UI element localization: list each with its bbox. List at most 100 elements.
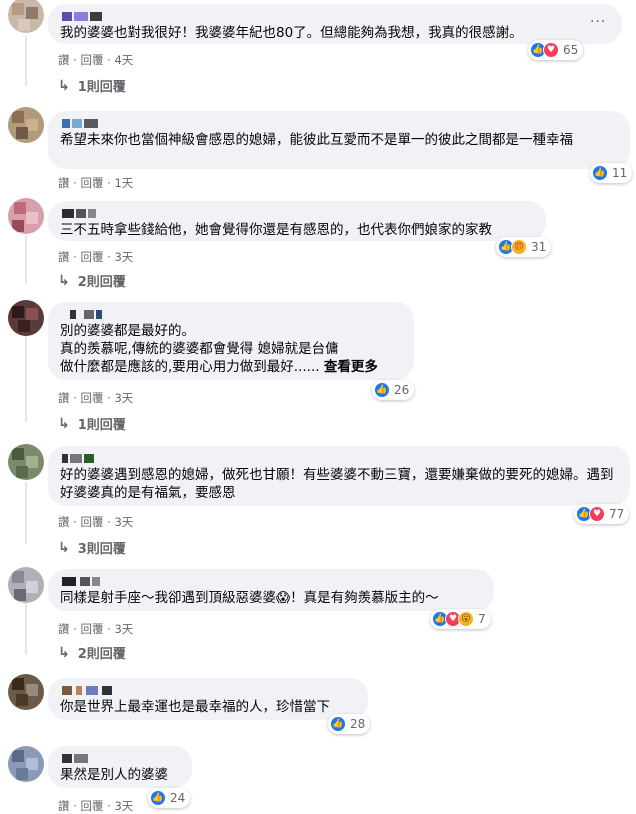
comment-actions: 讚 · 回覆 · 1天 (58, 175, 134, 191)
like-action[interactable]: 讚 (58, 390, 70, 406)
reply-arrow-icon: ↳ (58, 415, 70, 432)
commenter-name[interactable] (60, 309, 402, 319)
comment-actions: 讚 · 回覆 · 3天 (58, 390, 134, 406)
reaction-summary[interactable]: 👍 😠 31 (496, 237, 552, 257)
timestamp[interactable]: 3天 (114, 798, 133, 814)
thread-line (25, 235, 27, 283)
like-action[interactable]: 讚 (58, 514, 70, 530)
reaction-summary[interactable]: 👍 ♥ 77 (574, 504, 630, 524)
commenter-name[interactable] (60, 753, 180, 763)
reaction-summary[interactable]: 👍 11 (590, 163, 633, 183)
timestamp[interactable]: 3天 (114, 390, 133, 406)
reply-action[interactable]: 回覆 (80, 249, 103, 265)
like-action[interactable]: 讚 (58, 621, 70, 637)
thread-line (25, 482, 27, 544)
timestamp[interactable]: 3天 (114, 514, 133, 530)
comment-bubble: 三不五時拿些錢給他，她會覺得你還是有感恩的，也代表你們娘家的家教 (48, 201, 546, 241)
comment-text: 同樣是射手座～我卻遇到頂級惡婆婆😱！真是有夠羨慕版主的～ (60, 590, 439, 606)
comment-text: 我的婆婆也對我很好！我婆婆年紀也80了。但總能夠為我想，我真的很感謝。 (60, 25, 523, 41)
wow-face-icon: 😮 (458, 611, 474, 627)
comment-text-line: 真的羨慕呢,傳統的婆婆都會覺得 媳婦就是台傭 (60, 341, 339, 357)
replies-count: 1則回覆 (77, 80, 126, 95)
reply-action[interactable]: 回覆 (80, 52, 103, 68)
avatar[interactable] (8, 444, 44, 480)
like-action[interactable]: 讚 (58, 249, 70, 265)
view-replies-link[interactable]: ↳ 2則回覆 (58, 643, 126, 663)
commenter-name[interactable] (60, 11, 610, 21)
view-replies-link[interactable]: ↳ 3則回覆 (58, 538, 126, 558)
thumbs-up-icon: 👍 (592, 165, 608, 181)
thread-line (25, 603, 27, 655)
thread-line (25, 336, 27, 422)
comment-bubble: 我的婆婆也對我很好！我婆婆年紀也80了。但總能夠為我想，我真的很感謝。 (48, 4, 622, 44)
reaction-count: 65 (563, 43, 579, 57)
reaction-summary[interactable]: 👍 ♥ 😮 7 (430, 609, 491, 629)
like-action[interactable]: 讚 (58, 175, 70, 191)
comment-text: 果然是別人的婆婆 (60, 767, 168, 783)
thumbs-up-icon: 👍 (150, 790, 166, 806)
reaction-summary[interactable]: 👍 28 (328, 714, 371, 734)
view-replies-link[interactable]: ↳ 1則回覆 (58, 414, 126, 434)
like-action[interactable]: 讚 (58, 52, 70, 68)
reaction-count: 24 (170, 791, 186, 805)
comment-actions: 讚 · 回覆 · 3天 (58, 249, 134, 265)
comment-bubble: 希望未來你也當個神級會感恩的媳婦，能彼此互愛而不是單一的彼此之間都是一種幸福 (48, 111, 630, 169)
reply-arrow-icon: ↳ (58, 539, 70, 556)
view-replies-link[interactable]: ↳ 2則回覆 (58, 271, 126, 291)
comment-actions: 讚 · 回覆 · 4天 (58, 52, 134, 68)
reply-action[interactable]: 回覆 (80, 621, 103, 637)
reply-action[interactable]: 回覆 (80, 390, 103, 406)
thread-line (25, 36, 27, 86)
comment-text-segment: 做什麼都是應該的,要用心用力做到最好...... (60, 359, 320, 375)
replies-count: 2則回覆 (77, 647, 126, 662)
replies-count: 2則回覆 (77, 275, 126, 290)
heart-icon: ♥ (543, 42, 559, 58)
avatar[interactable] (8, 0, 44, 33)
avatar[interactable] (8, 107, 44, 143)
comment-bubble: 同樣是射手座～我卻遇到頂級惡婆婆😱！真是有夠羨慕版主的～ (48, 569, 494, 611)
view-replies-link[interactable]: ↳ 1則回覆 (58, 76, 126, 96)
commenter-name[interactable] (60, 118, 618, 128)
avatar[interactable] (8, 746, 44, 782)
like-action[interactable]: 讚 (58, 798, 70, 814)
replies-count: 3則回覆 (77, 542, 126, 557)
comment-text-line: 別的婆婆都是最好的。 (60, 323, 195, 339)
see-more-link[interactable]: 查看更多 (324, 359, 378, 375)
reply-arrow-icon: ↳ (58, 644, 70, 661)
angry-face-icon: 😠 (511, 239, 527, 255)
reaction-summary[interactable]: 👍 24 (148, 788, 191, 808)
reply-action[interactable]: 回覆 (80, 798, 103, 814)
comment-text: 好的婆婆遇到感恩的媳婦，做死也甘願！有些婆婆不動三寶，還要嫌棄做的要死的媳婦。遇… (60, 467, 614, 501)
reply-action[interactable]: 回覆 (80, 514, 103, 530)
commenter-name[interactable] (60, 453, 618, 463)
reply-action[interactable]: 回覆 (80, 175, 103, 191)
comment-bubble: 果然是別人的婆婆 (48, 746, 192, 788)
reaction-count: 26 (394, 383, 410, 397)
reaction-count: 11 (612, 166, 628, 180)
timestamp[interactable]: 4天 (114, 52, 133, 68)
avatar[interactable] (8, 300, 44, 336)
comment-bubble: 好的婆婆遇到感恩的媳婦，做死也甘願！有些婆婆不動三寶，還要嫌棄做的要死的媳婦。遇… (48, 446, 630, 506)
reaction-count: 31 (531, 240, 547, 254)
reply-arrow-icon: ↳ (58, 77, 70, 94)
timestamp[interactable]: 3天 (114, 621, 133, 637)
timestamp[interactable]: 1天 (114, 175, 133, 191)
thumbs-up-icon: 👍 (330, 716, 346, 732)
commenter-name[interactable] (60, 208, 534, 218)
more-options-icon[interactable]: ··· (590, 14, 606, 30)
avatar[interactable] (8, 198, 44, 234)
comment-actions: 讚 · 回覆 · 3天 (58, 514, 134, 530)
reaction-count: 7 (478, 612, 486, 626)
heart-icon: ♥ (589, 506, 605, 522)
comment-bubble: 你是世界上最幸運也是最幸福的人，珍惜當下 (48, 678, 368, 720)
reaction-summary[interactable]: 👍 ♥ 65 (528, 40, 584, 60)
avatar[interactable] (8, 674, 44, 710)
avatar[interactable] (8, 567, 44, 603)
comment-actions: 讚 · 回覆 · 3天 (58, 621, 134, 637)
commenter-name[interactable] (60, 685, 356, 695)
timestamp[interactable]: 3天 (114, 249, 133, 265)
replies-count: 1則回覆 (77, 418, 126, 433)
comment-bubble: 別的婆婆都是最好的。 真的羨慕呢,傳統的婆婆都會覺得 媳婦就是台傭 做什麼都是應… (48, 302, 414, 380)
reaction-summary[interactable]: 👍 26 (372, 380, 415, 400)
commenter-name[interactable] (60, 576, 482, 586)
